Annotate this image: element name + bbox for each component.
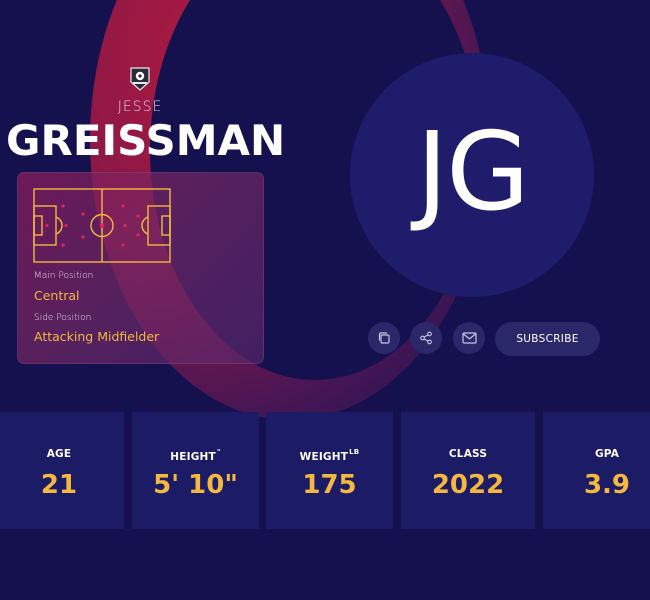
stat-unit-weight: LB bbox=[349, 448, 360, 456]
stat-label-age: AGE bbox=[46, 448, 72, 460]
mail-button[interactable] bbox=[453, 322, 485, 354]
stat-label-class: CLASS bbox=[448, 448, 488, 460]
stat-value-gpa: 3.9 bbox=[583, 470, 631, 500]
main-position-label: Main Position bbox=[34, 271, 94, 281]
stat-label-weight: WEIGHTLB bbox=[299, 448, 360, 463]
stat-unit-height: " bbox=[216, 448, 221, 456]
share-button[interactable] bbox=[410, 322, 442, 354]
player-first-name: JESSE bbox=[117, 99, 163, 115]
main-position-value: Central bbox=[34, 288, 80, 303]
stat-card-age: AGE 21 bbox=[0, 412, 124, 529]
player-last-name: GREISSMAN bbox=[6, 116, 286, 165]
stat-card-weight: WEIGHTLB 175 bbox=[266, 412, 393, 529]
stat-card-gpa: GPA 3.9 bbox=[543, 412, 650, 529]
avatar-initials: JG bbox=[416, 109, 530, 235]
position-card: Main Position Central Side Position Atta… bbox=[17, 172, 264, 364]
mail-icon bbox=[461, 332, 477, 344]
player-profile-page: JESSE GREISSMAN Main Position Central Si… bbox=[0, 0, 650, 600]
stat-label-height: HEIGHT" bbox=[170, 448, 221, 463]
avatar: JG bbox=[350, 53, 594, 297]
stat-label-gpa: GPA bbox=[594, 448, 620, 460]
stat-card-height: HEIGHT" 5' 10" bbox=[132, 412, 259, 529]
pitch-diagram-icon bbox=[33, 188, 171, 263]
side-position-label: Side Position bbox=[34, 313, 92, 323]
stat-value-class: 2022 bbox=[431, 470, 505, 500]
stat-card-class: CLASS 2022 bbox=[401, 412, 535, 529]
share-icon bbox=[420, 331, 432, 345]
copy-icon bbox=[378, 332, 390, 344]
subscribe-button[interactable]: SUBSCRIBE bbox=[495, 322, 600, 356]
club-badge-icon bbox=[129, 66, 151, 92]
side-position-value: Attacking Midfielder bbox=[34, 329, 160, 344]
stat-value-age: 21 bbox=[40, 470, 78, 500]
copy-button[interactable] bbox=[368, 322, 400, 354]
stat-value-weight: 175 bbox=[302, 470, 357, 500]
stat-value-height: 5' 10" bbox=[153, 470, 238, 500]
